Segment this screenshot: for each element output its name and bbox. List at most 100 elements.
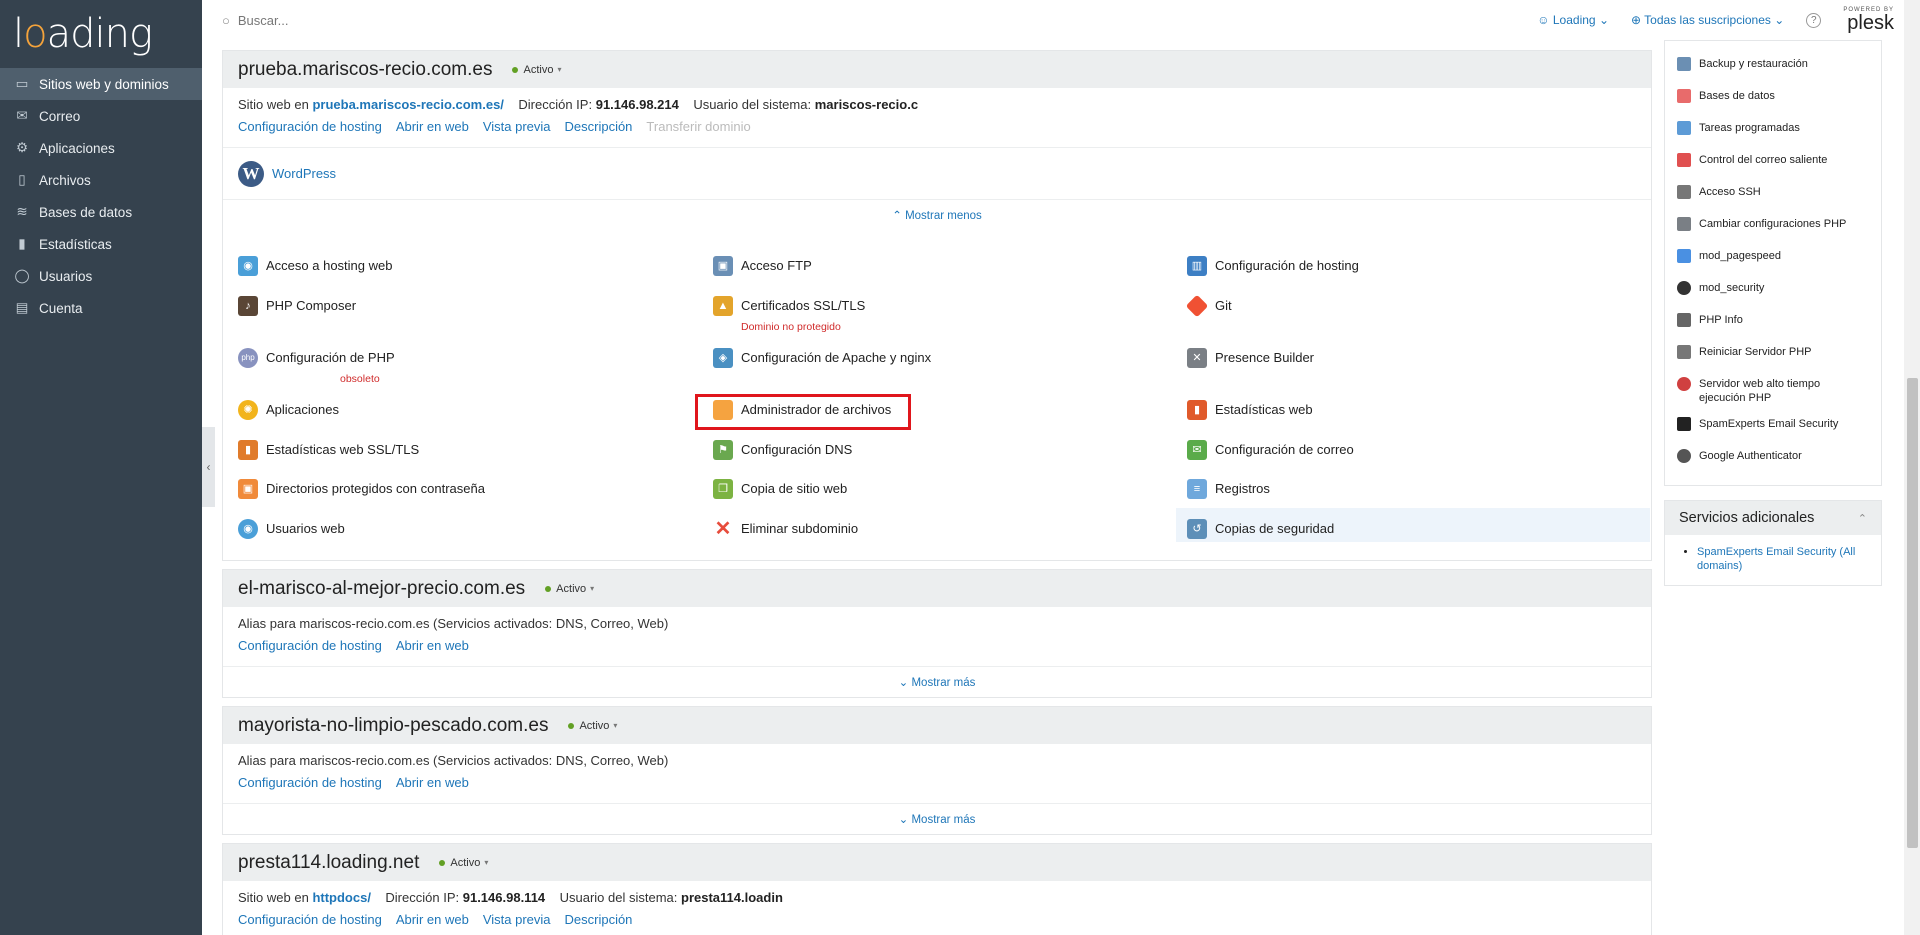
sidebar-item-label: Aplicaciones xyxy=(39,140,115,156)
tool-label: Administrador de archivos xyxy=(741,402,892,417)
panel-item-restart-php[interactable]: Reiniciar Servidor PHP xyxy=(1665,339,1881,371)
tool-label: Configuración de hosting xyxy=(1215,258,1359,273)
panel-item-outgoing-mail[interactable]: Control del correo saliente xyxy=(1665,147,1881,179)
tool-file-manager[interactable]: Administrador de archivos xyxy=(713,400,891,426)
sidebar-item-label: Bases de datos xyxy=(39,204,133,220)
panel-item-ssh[interactable]: Acceso SSH xyxy=(1665,179,1881,211)
tool-backups[interactable]: ↺ Copias de seguridad xyxy=(1187,519,1334,545)
status-badge[interactable]: Activo ▾ xyxy=(545,583,594,595)
hosting-settings-link[interactable]: Configuración de hosting xyxy=(238,638,382,656)
info-site-label: Sitio web en xyxy=(238,890,309,905)
site-link[interactable]: prueba.mariscos-recio.com.es/ xyxy=(312,97,503,112)
additional-services-header[interactable]: Servicios adicionales ⌃ xyxy=(1665,501,1881,535)
tool-web-users[interactable]: ◉ Usuarios web xyxy=(238,519,345,545)
open-in-web-link[interactable]: Abrir en web xyxy=(396,912,469,930)
logo[interactable]: loading xyxy=(0,0,202,68)
globe-user-icon: ◉ xyxy=(238,256,258,276)
panel-item-label: Cambiar configuraciones PHP xyxy=(1699,218,1847,230)
sidebar-item-statistics[interactable]: ▮ Estadísticas xyxy=(0,228,202,260)
tool-label: Usuarios web xyxy=(266,521,345,536)
sidebar-collapse-button[interactable]: ‹ xyxy=(202,427,215,507)
panel-item-spamexperts[interactable]: SpamExperts Email Security xyxy=(1665,411,1881,443)
chevron-left-icon: ‹ xyxy=(206,460,211,474)
show-less-toggle[interactable]: ⌃ Mostrar menos xyxy=(223,199,1651,230)
php-icon: php xyxy=(238,348,258,368)
status-dot-icon xyxy=(568,722,575,729)
description-link[interactable]: Descripción xyxy=(565,912,633,930)
domains-list: prueba.mariscos-recio.com.es Activo ▾ Sit… xyxy=(222,40,1652,935)
panel-item-php-timeout[interactable]: Servidor web alto tiempo ejecución PHP xyxy=(1665,371,1881,411)
scrollbar-thumb[interactable] xyxy=(1907,378,1918,848)
tool-web-hosting-access[interactable]: ◉ Acceso a hosting web xyxy=(238,256,392,282)
open-in-web-link[interactable]: Abrir en web xyxy=(396,638,469,656)
scrollbar[interactable] xyxy=(1904,0,1920,935)
sidebar-item-users[interactable]: ◯ Usuarios xyxy=(0,260,202,292)
tool-website-copy[interactable]: ❐ Copia de sitio web xyxy=(713,479,847,505)
site-link[interactable]: httpdocs/ xyxy=(312,890,371,905)
panel-item-pagespeed[interactable]: mod_pagespeed xyxy=(1665,243,1881,275)
tool-applications[interactable]: ✺ Aplicaciones xyxy=(238,400,339,426)
tool-delete-subdomain[interactable]: ✕ Eliminar subdominio xyxy=(713,519,858,545)
panel-item-backup[interactable]: Backup y restauración xyxy=(1665,51,1881,83)
show-more-toggle[interactable]: ⌄ Mostrar más xyxy=(223,666,1651,697)
tool-mail-settings[interactable]: ✉ Configuración de correo xyxy=(1187,440,1354,466)
show-more-toggle[interactable]: ⌄ Mostrar más xyxy=(223,803,1651,834)
search-input[interactable]: ○ Buscar... xyxy=(202,13,602,28)
sidebar-item-websites[interactable]: ▭ Sitios web y dominios xyxy=(0,68,202,100)
panel-item-google-authenticator[interactable]: Google Authenticator xyxy=(1665,443,1881,475)
help-icon[interactable]: ? xyxy=(1806,12,1822,28)
tool-web-statistics[interactable]: ▮ Estadísticas web xyxy=(1187,400,1313,426)
panel-item-scheduled-tasks[interactable]: Tareas programadas xyxy=(1665,115,1881,147)
sidebar-item-databases[interactable]: ≋ Bases de datos xyxy=(0,196,202,228)
status-label: Activo xyxy=(579,719,610,732)
preview-link[interactable]: Vista previa xyxy=(483,912,551,930)
spamexperts-all-domains-link[interactable]: SpamExperts Email Security (All domains) xyxy=(1697,546,1855,572)
subscriptions-menu[interactable]: ⊕ Todas las suscripciones ⌄ xyxy=(1631,13,1784,27)
status-dot-icon xyxy=(545,585,552,592)
hosting-settings-link[interactable]: Configuración de hosting xyxy=(238,119,382,137)
tool-dns-settings[interactable]: ⚑ Configuración DNS xyxy=(713,440,852,466)
tool-ftp-access[interactable]: ▣ Acceso FTP xyxy=(713,256,812,282)
status-badge[interactable]: Activo ▾ xyxy=(439,857,488,869)
panel-item-databases[interactable]: Bases de datos xyxy=(1665,83,1881,115)
ssl-warning: Dominio no protegido xyxy=(741,321,841,333)
open-in-web-link[interactable]: Abrir en web xyxy=(396,775,469,793)
gear-icon: ⚙ xyxy=(15,140,29,155)
info-user-label: Usuario del sistema: xyxy=(559,890,678,905)
sidebar-item-account[interactable]: ▤ Cuenta xyxy=(0,292,202,324)
additional-services-panel: Servicios adicionales ⌃ SpamExperts Email… xyxy=(1664,500,1882,586)
tool-logs[interactable]: ≡ Registros xyxy=(1187,479,1270,505)
description-link[interactable]: Descripción xyxy=(565,119,633,137)
tool-php-settings[interactable]: php Configuración de PHP obsoleto xyxy=(238,348,395,385)
tool-ssl-certificates[interactable]: ▲ Certificados SSL/TLS Dominio no protegid… xyxy=(713,296,865,333)
domain-links: Configuración de hosting Abrir en web xyxy=(223,771,1651,803)
hosting-settings-link[interactable]: Configuración de hosting xyxy=(238,912,382,930)
panel-item-php-settings[interactable]: Cambiar configuraciones PHP xyxy=(1665,211,1881,243)
user-name: Loading xyxy=(1552,13,1596,27)
sidebar-item-label: Correo xyxy=(39,108,81,124)
chevron-down-icon: ⌄ xyxy=(898,677,912,689)
dns-flag-icon: ⚑ xyxy=(713,440,733,460)
panel-item-php-info[interactable]: PHP Info xyxy=(1665,307,1881,339)
hosting-settings-link[interactable]: Configuración de hosting xyxy=(238,775,382,793)
open-in-web-link[interactable]: Abrir en web xyxy=(396,119,469,137)
panel-item-mod-security[interactable]: mod_security xyxy=(1665,275,1881,307)
tool-protected-directories[interactable]: ▣ Directorios protegidos con contraseña xyxy=(238,479,485,505)
terminal-icon xyxy=(1677,185,1691,199)
status-badge[interactable]: Activo ▾ xyxy=(512,64,561,76)
tool-apache-nginx[interactable]: ◈ Configuración de Apache y nginx xyxy=(713,348,931,374)
tool-presence-builder[interactable]: ✕ Presence Builder xyxy=(1187,348,1314,374)
tool-web-statistics-ssl[interactable]: ▮ Estadísticas web SSL/TLS xyxy=(238,440,419,466)
user-menu[interactable]: ☺ Loading ⌄ xyxy=(1537,13,1609,27)
tool-hosting-settings[interactable]: ▥ Configuración de hosting xyxy=(1187,256,1359,282)
tool-git[interactable]: Git xyxy=(1185,294,1232,322)
chevron-down-icon: ▾ xyxy=(557,65,562,74)
sidebar-item-applications[interactable]: ⚙ Aplicaciones xyxy=(0,132,202,164)
status-badge[interactable]: Activo ▾ xyxy=(568,720,617,732)
tool-php-composer[interactable]: ♪ PHP Composer xyxy=(238,296,356,322)
preview-link[interactable]: Vista previa xyxy=(483,119,551,137)
status-dot-icon xyxy=(439,859,446,866)
sidebar-item-files[interactable]: ▯ Archivos xyxy=(0,164,202,196)
sidebar-item-mail[interactable]: ✉ Correo xyxy=(0,100,202,132)
wordpress-link[interactable]: WordPress xyxy=(272,166,336,181)
